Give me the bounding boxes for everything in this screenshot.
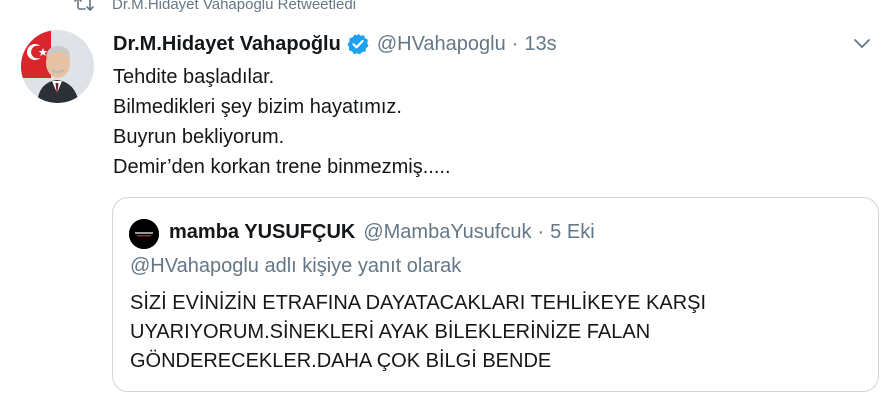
quoted-text-line: SİZİ EVİNİZİN ETRAFINA DAYATACAKLARI TEH…: [130, 292, 707, 314]
quoted-text: SİZİ EVİNİZİN ETRAFINA DAYATACAKLARI TEH…: [130, 289, 706, 376]
tweet-text-line: Tehdite başladılar.: [113, 66, 275, 88]
tweet[interactable]: Dr.M.Hidayet Vahapoğlu Retweetledi Dr.M.…: [0, 0, 889, 414]
reply-context: @HVahapoglu adlı kişiye yanıt olarak: [130, 255, 462, 277]
tweet-text-line: Bilmedikleri şey bizim hayatımız.: [113, 96, 402, 118]
quoted-timestamp: 5 Eki: [550, 220, 595, 243]
avatar[interactable]: [21, 30, 94, 103]
quoted-header: mamba YUSUFÇUK @MambaYusufcuk · 5 Eki: [169, 217, 595, 247]
tweet-text-line: Demir’den korkan trene binmezmiş.....: [113, 156, 451, 178]
chevron-down-icon[interactable]: [851, 36, 873, 52]
retweet-context-text[interactable]: Dr.M.Hidayet Vahapoğlu Retweetledi: [112, 0, 356, 13]
quoted-text-line: GÖNDERECEKLER.DAHA ÇOK BİLGİ BENDE: [130, 350, 552, 372]
author-name[interactable]: Dr.M.Hidayet Vahapoğlu: [113, 33, 341, 56]
verified-badge-icon: [346, 32, 370, 56]
author-handle[interactable]: @HVahapoglu: [377, 33, 506, 56]
quoted-tweet[interactable]: mamba YUSUFÇUK @MambaYusufcuk · 5 Eki @H…: [112, 197, 879, 392]
quoted-avatar[interactable]: [129, 219, 159, 249]
separator-dot: ·: [537, 220, 545, 243]
tweet-header: Dr.M.Hidayet Vahapoğlu @HVahapoglu · 13s: [113, 30, 557, 58]
tweet-text-line: Buyrun bekliyorum.: [113, 126, 285, 148]
quoted-text-line: UYARIYORUM.SİNEKLERİ AYAK BİLEKLERİNİZE …: [130, 321, 651, 343]
retweet-icon: [74, 0, 94, 12]
retweet-context: Dr.M.Hidayet Vahapoğlu Retweetledi: [74, 0, 356, 14]
quoted-author-name: mamba YUSUFÇUK: [169, 220, 356, 243]
tweet-text: Tehdite başladılar. Bilmedikleri şey biz…: [113, 62, 451, 182]
tweet-timestamp[interactable]: 13s: [524, 33, 556, 56]
separator-dot: ·: [511, 32, 519, 55]
quoted-author-handle: @MambaYusufcuk: [363, 220, 532, 243]
